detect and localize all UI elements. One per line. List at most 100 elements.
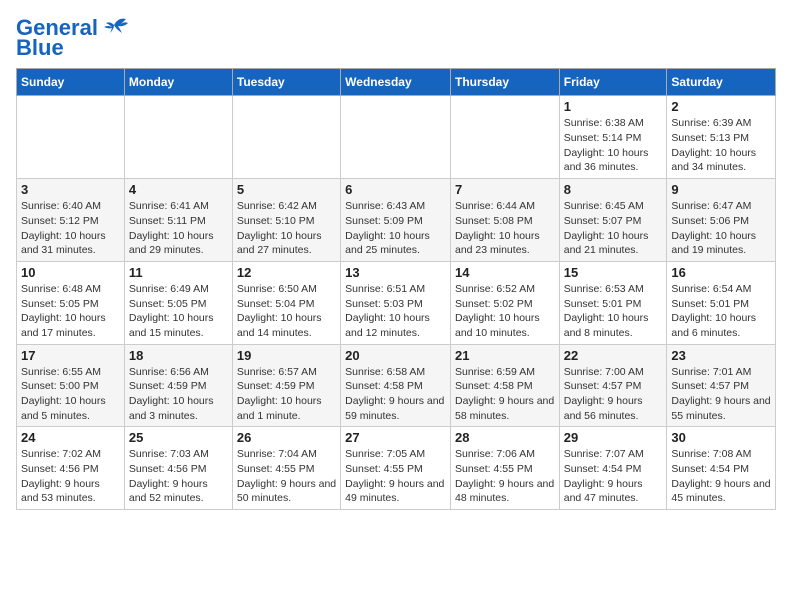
calendar-body: 1 Sunrise: 6:38 AM Sunset: 5:14 PM Daylig… (17, 96, 776, 510)
day-number: 19 (237, 348, 336, 363)
day-info: Sunrise: 6:59 AM Sunset: 4:58 PM Dayligh… (455, 365, 555, 424)
day-number: 10 (21, 265, 120, 280)
dow-header-saturday: Saturday (667, 69, 776, 96)
day-info: Sunrise: 6:52 AM Sunset: 5:02 PM Dayligh… (455, 282, 555, 341)
day-info: Sunrise: 6:38 AM Sunset: 5:14 PM Dayligh… (564, 116, 663, 175)
logo-bird-icon (100, 15, 130, 37)
dow-header-wednesday: Wednesday (341, 69, 451, 96)
logo-text-blue: Blue (16, 36, 64, 60)
day-number: 21 (455, 348, 555, 363)
calendar-cell: 22 Sunrise: 7:00 AM Sunset: 4:57 PM Dayli… (559, 344, 667, 427)
week-row-1: 1 Sunrise: 6:38 AM Sunset: 5:14 PM Daylig… (17, 96, 776, 179)
day-info: Sunrise: 7:08 AM Sunset: 4:54 PM Dayligh… (671, 447, 771, 506)
day-number: 1 (564, 99, 663, 114)
calendar-cell: 10 Sunrise: 6:48 AM Sunset: 5:05 PM Dayli… (17, 261, 125, 344)
day-info: Sunrise: 7:01 AM Sunset: 4:57 PM Dayligh… (671, 365, 771, 424)
day-info: Sunrise: 6:54 AM Sunset: 5:01 PM Dayligh… (671, 282, 771, 341)
calendar-cell: 26 Sunrise: 7:04 AM Sunset: 4:55 PM Dayli… (232, 427, 340, 510)
day-info: Sunrise: 6:49 AM Sunset: 5:05 PM Dayligh… (129, 282, 228, 341)
day-number: 12 (237, 265, 336, 280)
calendar-cell: 17Sunrise: 6:55 AM Sunset: 5:00 PM Dayli… (17, 344, 125, 427)
calendar-cell: 29Sunrise: 7:07 AM Sunset: 4:54 PM Dayli… (559, 427, 667, 510)
calendar-cell: 28 Sunrise: 7:06 AM Sunset: 4:55 PM Dayli… (450, 427, 559, 510)
calendar-cell: 4 Sunrise: 6:41 AM Sunset: 5:11 PM Daylig… (124, 179, 232, 262)
day-number: 18 (129, 348, 228, 363)
calendar-cell (124, 96, 232, 179)
calendar-cell: 13 Sunrise: 6:51 AM Sunset: 5:03 PM Dayli… (341, 261, 451, 344)
week-row-5: 24Sunrise: 7:02 AM Sunset: 4:56 PM Dayli… (17, 427, 776, 510)
calendar-cell: 14 Sunrise: 6:52 AM Sunset: 5:02 PM Dayli… (450, 261, 559, 344)
day-info: Sunrise: 6:41 AM Sunset: 5:11 PM Dayligh… (129, 199, 228, 258)
day-info: Sunrise: 6:43 AM Sunset: 5:09 PM Dayligh… (345, 199, 446, 258)
calendar-cell: 3 Sunrise: 6:40 AM Sunset: 5:12 PM Daylig… (17, 179, 125, 262)
day-number: 16 (671, 265, 771, 280)
day-number: 2 (671, 99, 771, 114)
calendar-cell (17, 96, 125, 179)
day-info: Sunrise: 7:00 AM Sunset: 4:57 PM Dayligh… (564, 365, 663, 424)
day-number: 17 (21, 348, 120, 363)
day-info: Sunrise: 6:50 AM Sunset: 5:04 PM Dayligh… (237, 282, 336, 341)
day-info: Sunrise: 6:48 AM Sunset: 5:05 PM Dayligh… (21, 282, 120, 341)
calendar-cell (341, 96, 451, 179)
logo: General Blue (16, 16, 130, 60)
calendar-cell: 27Sunrise: 7:05 AM Sunset: 4:55 PM Dayli… (341, 427, 451, 510)
day-number: 4 (129, 182, 228, 197)
dow-header-thursday: Thursday (450, 69, 559, 96)
day-info: Sunrise: 6:44 AM Sunset: 5:08 PM Dayligh… (455, 199, 555, 258)
day-number: 8 (564, 182, 663, 197)
calendar-cell (450, 96, 559, 179)
calendar-cell: 6 Sunrise: 6:43 AM Sunset: 5:09 PM Daylig… (341, 179, 451, 262)
calendar-cell: 25 Sunrise: 7:03 AM Sunset: 4:56 PM Dayli… (124, 427, 232, 510)
day-number: 13 (345, 265, 446, 280)
day-info: Sunrise: 6:42 AM Sunset: 5:10 PM Dayligh… (237, 199, 336, 258)
dow-header-tuesday: Tuesday (232, 69, 340, 96)
calendar-cell: 12 Sunrise: 6:50 AM Sunset: 5:04 PM Dayli… (232, 261, 340, 344)
day-info: Sunrise: 6:53 AM Sunset: 5:01 PM Dayligh… (564, 282, 663, 341)
day-number: 26 (237, 430, 336, 445)
day-info: Sunrise: 6:56 AM Sunset: 4:59 PM Dayligh… (129, 365, 228, 424)
day-info: Sunrise: 6:58 AM Sunset: 4:58 PM Dayligh… (345, 365, 446, 424)
calendar-cell: 5 Sunrise: 6:42 AM Sunset: 5:10 PM Daylig… (232, 179, 340, 262)
week-row-2: 3 Sunrise: 6:40 AM Sunset: 5:12 PM Daylig… (17, 179, 776, 262)
page-header: General Blue (16, 16, 776, 60)
day-info: Sunrise: 6:40 AM Sunset: 5:12 PM Dayligh… (21, 199, 120, 258)
day-info: Sunrise: 7:06 AM Sunset: 4:55 PM Dayligh… (455, 447, 555, 506)
day-number: 14 (455, 265, 555, 280)
calendar-cell: 19 Sunrise: 6:57 AM Sunset: 4:59 PM Dayli… (232, 344, 340, 427)
day-info: Sunrise: 7:07 AM Sunset: 4:54 PM Dayligh… (564, 447, 663, 506)
calendar-table: SundayMondayTuesdayWednesdayThursdayFrid… (16, 68, 776, 510)
day-number: 6 (345, 182, 446, 197)
dow-header-friday: Friday (559, 69, 667, 96)
days-of-week-row: SundayMondayTuesdayWednesdayThursdayFrid… (17, 69, 776, 96)
calendar-cell: 11Sunrise: 6:49 AM Sunset: 5:05 PM Dayli… (124, 261, 232, 344)
day-number: 23 (671, 348, 771, 363)
week-row-4: 17Sunrise: 6:55 AM Sunset: 5:00 PM Dayli… (17, 344, 776, 427)
day-info: Sunrise: 6:57 AM Sunset: 4:59 PM Dayligh… (237, 365, 336, 424)
day-number: 20 (345, 348, 446, 363)
day-number: 5 (237, 182, 336, 197)
day-number: 9 (671, 182, 771, 197)
calendar-cell: 20 Sunrise: 6:58 AM Sunset: 4:58 PM Dayli… (341, 344, 451, 427)
calendar-cell: 23 Sunrise: 7:01 AM Sunset: 4:57 PM Dayli… (667, 344, 776, 427)
calendar-cell: 16 Sunrise: 6:54 AM Sunset: 5:01 PM Dayli… (667, 261, 776, 344)
day-number: 25 (129, 430, 228, 445)
day-info: Sunrise: 7:04 AM Sunset: 4:55 PM Dayligh… (237, 447, 336, 506)
day-info: Sunrise: 7:03 AM Sunset: 4:56 PM Dayligh… (129, 447, 228, 506)
day-info: Sunrise: 6:39 AM Sunset: 5:13 PM Dayligh… (671, 116, 771, 175)
calendar-cell: 2 Sunrise: 6:39 AM Sunset: 5:13 PM Daylig… (667, 96, 776, 179)
day-number: 15 (564, 265, 663, 280)
day-number: 3 (21, 182, 120, 197)
dow-header-sunday: Sunday (17, 69, 125, 96)
calendar-cell: 30Sunrise: 7:08 AM Sunset: 4:54 PM Dayli… (667, 427, 776, 510)
day-number: 22 (564, 348, 663, 363)
week-row-3: 10 Sunrise: 6:48 AM Sunset: 5:05 PM Dayli… (17, 261, 776, 344)
day-info: Sunrise: 6:45 AM Sunset: 5:07 PM Dayligh… (564, 199, 663, 258)
day-number: 7 (455, 182, 555, 197)
calendar-cell: 7 Sunrise: 6:44 AM Sunset: 5:08 PM Daylig… (450, 179, 559, 262)
day-info: Sunrise: 6:51 AM Sunset: 5:03 PM Dayligh… (345, 282, 446, 341)
calendar-cell: 9Sunrise: 6:47 AM Sunset: 5:06 PM Daylig… (667, 179, 776, 262)
day-number: 28 (455, 430, 555, 445)
calendar-cell: 24Sunrise: 7:02 AM Sunset: 4:56 PM Dayli… (17, 427, 125, 510)
calendar-cell: 21 Sunrise: 6:59 AM Sunset: 4:58 PM Dayli… (450, 344, 559, 427)
day-number: 24 (21, 430, 120, 445)
